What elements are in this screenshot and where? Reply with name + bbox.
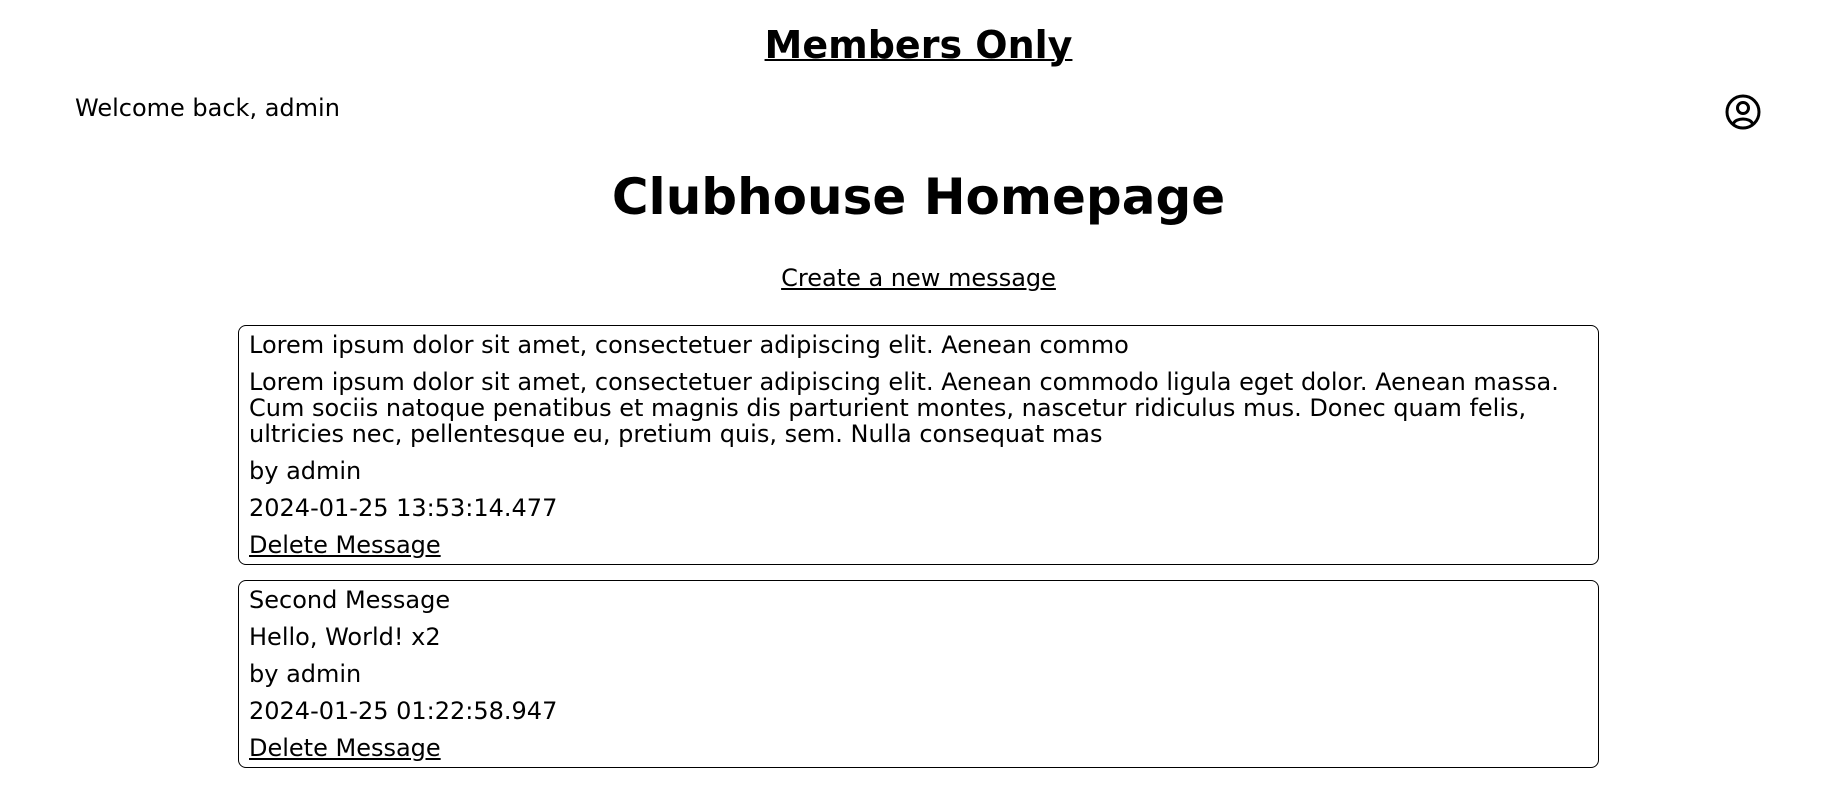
message-author: by admin [249,457,362,485]
welcome-text: Welcome back, admin [75,94,340,122]
message-timestamp: 2024-01-25 13:53:14.477 [249,494,558,522]
page-heading: Clubhouse Homepage [611,168,1226,226]
delete-message-link[interactable]: Delete Message [249,734,441,762]
page: Members Only Welcome back, admin Clubhou… [0,0,1837,809]
site-title-link[interactable]: Members Only [765,23,1073,67]
delete-message-link[interactable]: Delete Message [249,531,441,559]
message-title: Lorem ipsum dolor sit amet, consectetuer… [249,331,1129,359]
message-body: Lorem ipsum dolor sit amet, consectetuer… [249,368,1559,448]
message-author: by admin [249,660,362,688]
message-actions: Delete Message [249,532,1588,558]
user-circle-icon[interactable] [1724,93,1762,131]
message-card: Second Message Hello, World! x2 by admin… [238,580,1599,768]
message-body: Hello, World! x2 [249,623,441,651]
message-actions: Delete Message [249,735,1588,761]
create-message-container: Create a new message [0,262,1837,294]
message-card: Lorem ipsum dolor sit amet, consectetuer… [238,325,1599,565]
site-title: Members Only [0,20,1837,70]
message-list: Lorem ipsum dolor sit amet, consectetuer… [238,325,1599,783]
message-timestamp: 2024-01-25 01:22:58.947 [249,697,558,725]
create-message-link[interactable]: Create a new message [781,264,1056,292]
message-title: Second Message [249,586,451,614]
